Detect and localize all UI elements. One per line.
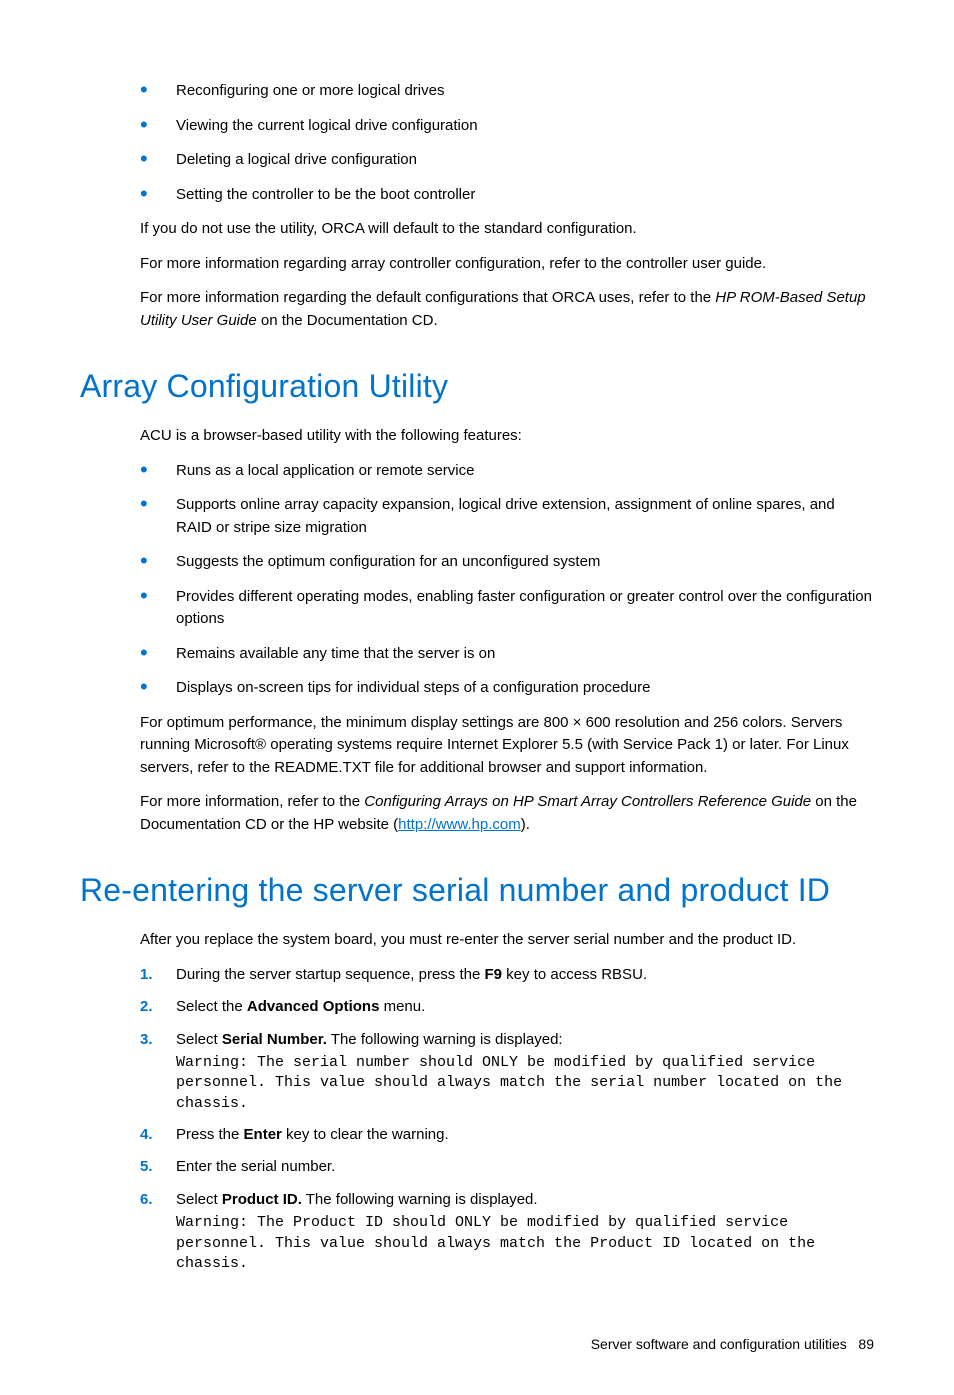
text-run: ). (521, 816, 530, 833)
text-run: During the server startup sequence, pres… (176, 966, 485, 983)
list-item-text: Displays on-screen tips for individual s… (176, 679, 650, 696)
list-item: Suggests the optimum configuration for a… (140, 551, 874, 574)
step-item: Select the Advanced Options menu. (140, 996, 874, 1019)
list-item-text: Remains available any time that the serv… (176, 645, 495, 662)
text-run: Select the (176, 998, 247, 1015)
text-run: The following warning is displayed: (327, 1031, 563, 1048)
lead-bullet-list: Reconfiguring one or more logical drives… (140, 80, 874, 206)
list-item-text: Reconfiguring one or more logical drives (176, 82, 444, 99)
step-item: During the server startup sequence, pres… (140, 964, 874, 987)
reenter-section: After you replace the system board, you … (140, 929, 874, 1274)
hp-website-link[interactable]: http://www.hp.com (398, 816, 521, 833)
text-run: key to access RBSU. (502, 966, 647, 983)
text-run: For more information regarding the defau… (140, 289, 715, 306)
steps-list: During the server startup sequence, pres… (140, 964, 874, 1275)
list-item: Viewing the current logical drive config… (140, 115, 874, 138)
step-item: Press the Enter key to clear the warning… (140, 1124, 874, 1147)
body-text: ACU is a browser-based utility with the … (140, 425, 874, 448)
body-text: After you replace the system board, you … (140, 929, 874, 952)
body-text: If you do not use the utility, ORCA will… (140, 218, 874, 241)
bold-key: Enter (244, 1126, 282, 1143)
bold-key: F9 (485, 966, 503, 983)
text-run: Press the (176, 1126, 244, 1143)
doc-title-italic: Configuring Arrays on HP Smart Array Con… (364, 793, 811, 810)
text-run: For more information, refer to the (140, 793, 364, 810)
page-footer: Server software and configuration utilit… (80, 1334, 874, 1355)
bold-term: Serial Number. (222, 1031, 327, 1048)
list-item: Remains available any time that the serv… (140, 643, 874, 666)
list-item-text: Provides different operating modes, enab… (176, 588, 872, 628)
bold-term: Advanced Options (247, 998, 380, 1015)
warning-text: Warning: The Product ID should ONLY be m… (176, 1213, 874, 1274)
list-item: Supports online array capacity expansion… (140, 494, 874, 539)
heading-reenter: Re-entering the server serial number and… (80, 866, 874, 914)
step-item: Select Product ID. The following warning… (140, 1189, 874, 1274)
body-text: For more information, refer to the Confi… (140, 791, 874, 836)
text-run: key to clear the warning. (282, 1126, 449, 1143)
footer-section-name: Server software and configuration utilit… (591, 1336, 847, 1352)
text-run: Select (176, 1191, 222, 1208)
footer-page-number: 89 (858, 1336, 874, 1352)
body-text: For more information regarding the defau… (140, 287, 874, 332)
text-run: Enter the serial number. (176, 1158, 335, 1175)
body-text: For optimum performance, the minimum dis… (140, 712, 874, 780)
step-item: Select Serial Number. The following warn… (140, 1029, 874, 1114)
list-item-text: Supports online array capacity expansion… (176, 496, 835, 536)
list-item-text: Viewing the current logical drive config… (176, 117, 478, 134)
acu-section: ACU is a browser-based utility with the … (140, 425, 874, 836)
list-item: Setting the controller to be the boot co… (140, 184, 874, 207)
body-text: For more information regarding array con… (140, 253, 874, 276)
step-item: Enter the serial number. (140, 1156, 874, 1179)
list-item-text: Deleting a logical drive configuration (176, 151, 417, 168)
text-run: Select (176, 1031, 222, 1048)
text-run: on the Documentation CD. (257, 312, 438, 329)
acu-bullet-list: Runs as a local application or remote se… (140, 460, 874, 700)
text-run: menu. (379, 998, 425, 1015)
list-item-text: Suggests the optimum configuration for a… (176, 553, 600, 570)
list-item: Reconfiguring one or more logical drives (140, 80, 874, 103)
warning-text: Warning: The serial number should ONLY b… (176, 1053, 874, 1114)
text-run: The following warning is displayed. (302, 1191, 538, 1208)
list-item: Deleting a logical drive configuration (140, 149, 874, 172)
bold-term: Product ID. (222, 1191, 302, 1208)
list-item-text: Setting the controller to be the boot co… (176, 186, 475, 203)
list-item-text: Runs as a local application or remote se… (176, 462, 474, 479)
list-item: Displays on-screen tips for individual s… (140, 677, 874, 700)
lead-section: Reconfiguring one or more logical drives… (140, 80, 874, 332)
heading-acu: Array Configuration Utility (80, 362, 874, 410)
list-item: Runs as a local application or remote se… (140, 460, 874, 483)
list-item: Provides different operating modes, enab… (140, 586, 874, 631)
